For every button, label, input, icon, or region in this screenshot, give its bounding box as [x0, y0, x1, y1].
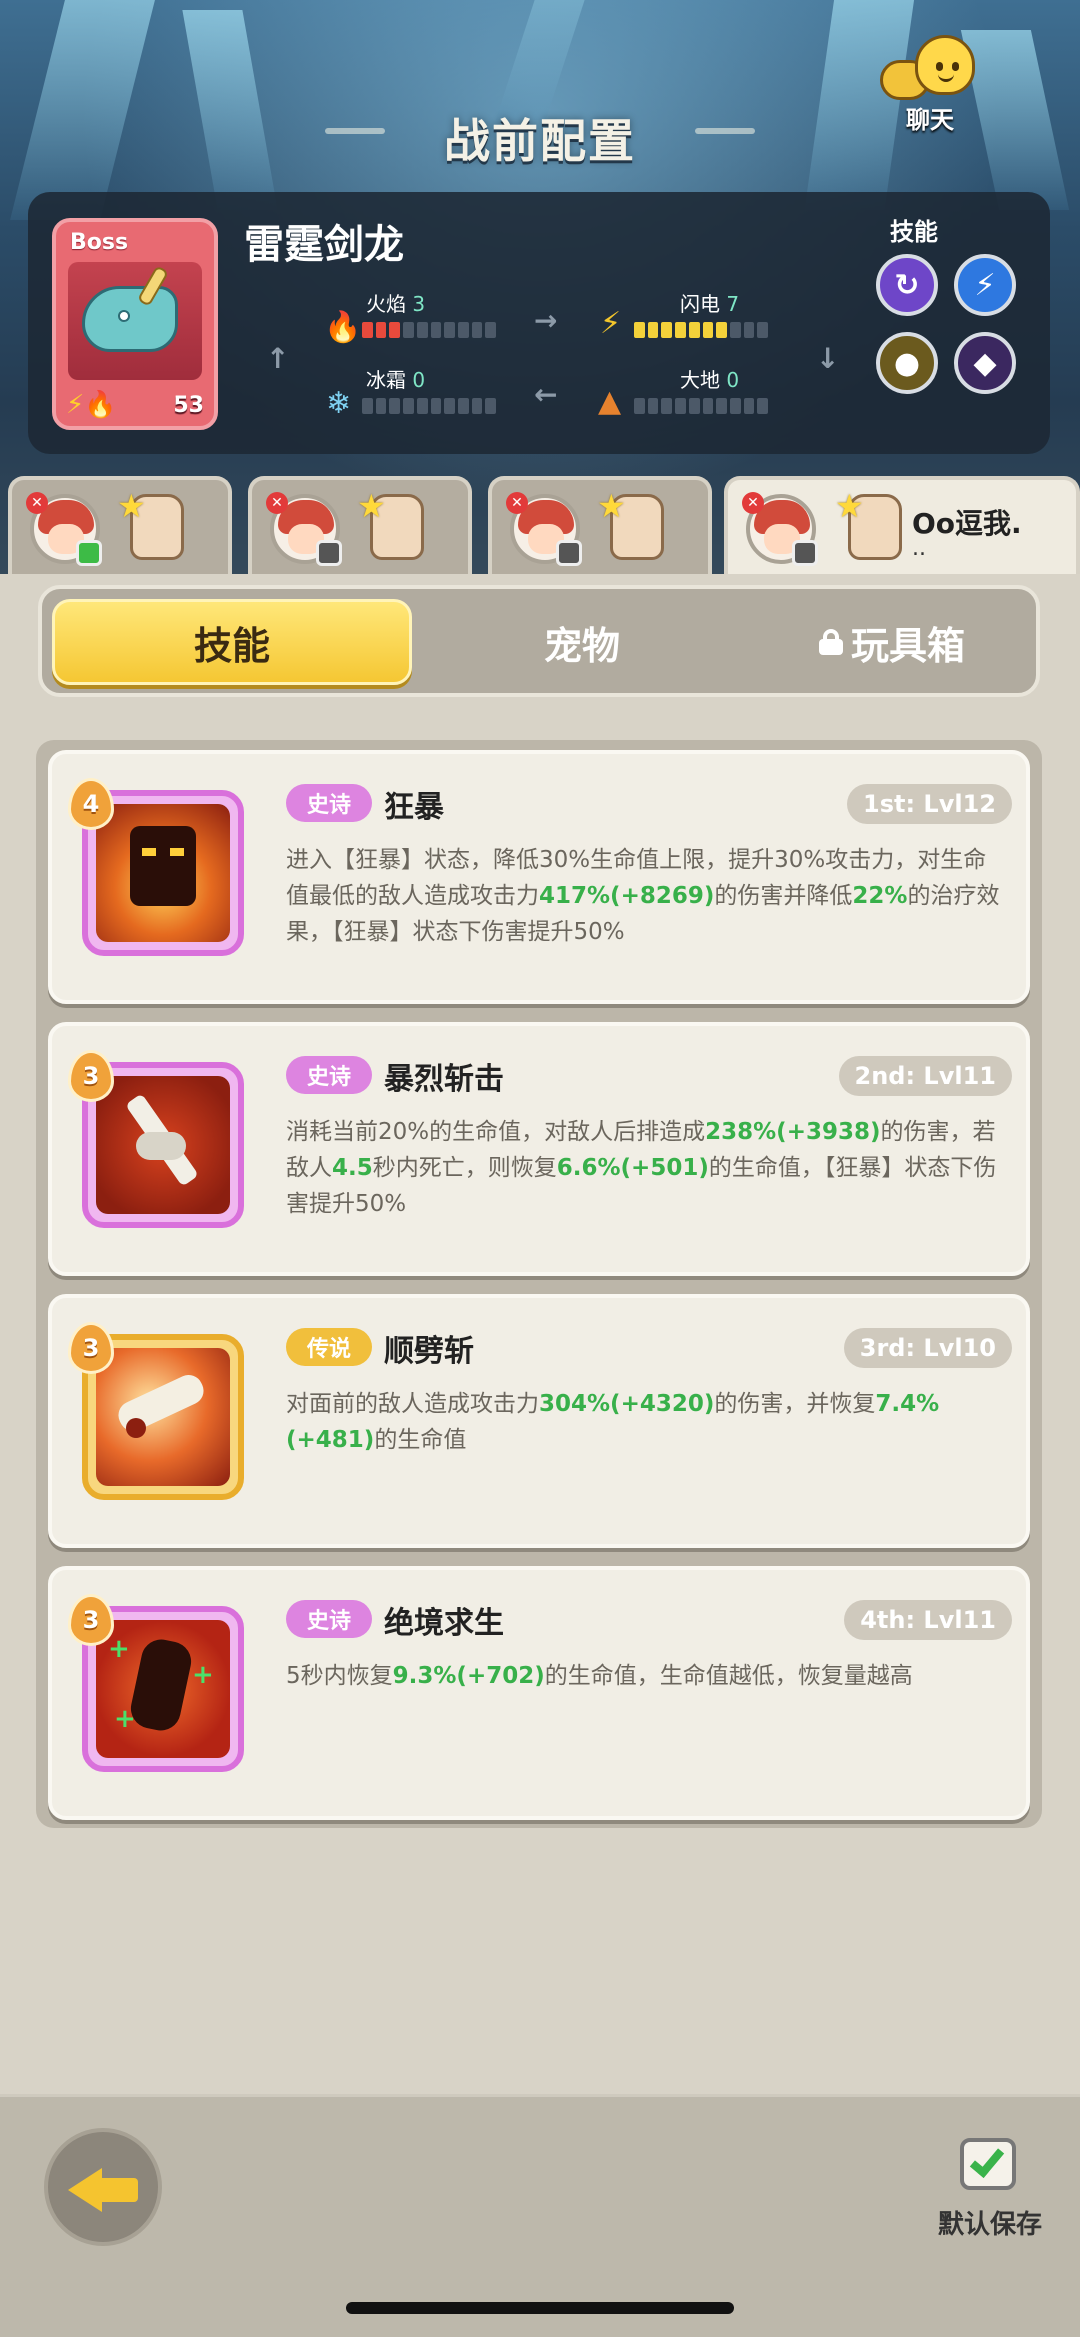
team-tab-1[interactable]: ✕ ★ [8, 476, 232, 576]
rarity-badge: 史诗 [286, 1600, 372, 1638]
pointer-hand-icon: ★ [835, 487, 902, 560]
skill-name: 顺劈斩 [384, 1334, 474, 1369]
checkbox-icon [960, 2138, 1016, 2190]
lightning-stat-label: 闪电 7 [680, 292, 740, 316]
pointer-hand-icon: ★ [597, 487, 664, 560]
boss-card[interactable]: Boss ⚡🔥 53 [52, 218, 218, 430]
tab-pets[interactable]: 宠物 [432, 599, 732, 685]
tab-skills[interactable]: 技能 [52, 599, 412, 685]
skill-description: 进入【狂暴】状态，降低30%生命值上限，提升30%攻击力，对生命值最低的敌人造成… [286, 847, 1000, 945]
frost-icon: ❄ [326, 386, 352, 421]
boss-skill-shadow-icon[interactable]: ◆ [954, 332, 1016, 394]
frost-stat-label: 冰霜 0 [366, 368, 426, 392]
dragon-icon [82, 286, 178, 352]
frost-stat-bar [362, 398, 497, 414]
boss-level: 53 [173, 393, 204, 418]
hero-class-badge [792, 540, 818, 566]
skill-level-badge: 4 [68, 778, 114, 830]
chat-label: 聊天 [906, 106, 954, 134]
boss-element-icons: ⚡🔥 [66, 390, 117, 420]
crystal-decoration [495, 0, 595, 120]
skill-level-badge: 3 [68, 1050, 114, 1102]
skill-name: 绝境求生 [384, 1606, 504, 1641]
pointer-hand-icon: ★ [117, 487, 184, 560]
remove-icon[interactable]: ✕ [506, 492, 528, 514]
fire-icon: 🔥 [324, 310, 362, 345]
remove-icon[interactable]: ✕ [742, 492, 764, 514]
hero-class-badge [76, 540, 102, 566]
remove-icon[interactable]: ✕ [266, 492, 288, 514]
back-button[interactable] [44, 2128, 162, 2246]
skill-order-badge: 1st: Lvl12 [847, 784, 1012, 824]
team-tab-active[interactable]: ✕ ★ Oo逗我. .. [724, 476, 1080, 576]
rarity-badge: 传说 [286, 1328, 372, 1366]
earth-stat-bar [634, 398, 769, 414]
skill-level-badge: 3 [68, 1594, 114, 1646]
cycle-arrow-icon: ↑ [266, 342, 290, 375]
back-arrow-icon [68, 2168, 102, 2212]
hero-class-badge [556, 540, 582, 566]
chat-button[interactable]: 聊天 [880, 30, 980, 134]
rarity-badge: 史诗 [286, 1056, 372, 1094]
tab-toybox[interactable]: 玩具箱 [742, 599, 1042, 685]
skill-description: 消耗当前20%的生命值，对敌人后排造成238%(+3938)的伤害，若敌人4.5… [286, 1119, 997, 1217]
skill-card[interactable]: + + + 3 史诗 绝境求生 4th: Lvl11 5秒内恢复9.3%(+70… [48, 1566, 1030, 1820]
team-tab-3[interactable]: ✕ ★ [488, 476, 712, 576]
remove-icon[interactable]: ✕ [26, 492, 48, 514]
skill-order-badge: 2nd: Lvl11 [838, 1056, 1012, 1096]
fire-stat-label: 火焰 3 [366, 292, 426, 316]
skill-card[interactable]: 4 史诗 狂暴 1st: Lvl12 进入【狂暴】状态，降低30%生命值上限，提… [48, 750, 1030, 1004]
team-player-name: Oo逗我. [912, 507, 1022, 540]
cycle-arrow-icon: → [534, 304, 558, 337]
chat-smiley-icon [915, 35, 975, 95]
boss-skill-beast-icon[interactable]: ● [876, 332, 938, 394]
lock-icon [818, 629, 843, 655]
boss-skill-swirl-icon[interactable]: ↻ [876, 254, 938, 316]
skill-description: 5秒内恢复9.3%(+702)的生命值，生命值越低，恢复量越高 [286, 1663, 913, 1689]
skill-order-badge: 3rd: Lvl10 [843, 1328, 1012, 1368]
boss-skills-label: 技能 [890, 218, 938, 246]
skill-list: 4 史诗 狂暴 1st: Lvl12 进入【狂暴】状态，降低30%生命值上限，提… [36, 740, 1042, 1828]
cycle-arrow-icon: ↓ [816, 342, 840, 375]
bottom-bar [0, 2094, 1080, 2337]
skill-level-badge: 3 [68, 1322, 114, 1374]
rarity-badge: 史诗 [286, 784, 372, 822]
tab-toybox-label: 玩具箱 [850, 623, 965, 668]
earth-icon: ▲ [598, 384, 622, 419]
default-save-label: 默认保存 [937, 2210, 1042, 2240]
skill-name: 暴烈斩击 [384, 1062, 504, 1097]
lightning-stat-bar [634, 322, 769, 338]
boss-portrait [68, 262, 202, 380]
default-save-button[interactable]: 默认保存 [930, 2138, 1050, 2248]
category-tabs: 技能 宠物 玩具箱 [38, 585, 1040, 697]
fire-stat-bar [362, 322, 497, 338]
home-indicator[interactable] [346, 2302, 734, 2314]
earth-stat-label: 大地 0 [680, 368, 740, 392]
cycle-arrow-icon: ← [534, 378, 558, 411]
team-player-name-sub: .. [912, 536, 926, 561]
title-ornament-right [695, 128, 755, 134]
skill-name: 狂暴 [384, 790, 444, 825]
hero-class-badge [316, 540, 342, 566]
lightning-icon: ⚡ [600, 306, 622, 341]
skill-order-badge: 4th: Lvl11 [844, 1600, 1012, 1640]
skill-card[interactable]: 3 传说 顺劈斩 3rd: Lvl10 对面前的敌人造成攻击力304%(+432… [48, 1294, 1030, 1548]
boss-tag: Boss [70, 230, 129, 255]
boss-skill-lightning-icon[interactable]: ⚡ [954, 254, 1016, 316]
boss-name: 雷霆剑龙 [244, 222, 404, 268]
boss-panel: Boss ⚡🔥 53 雷霆剑龙 火焰 3 🔥 闪电 7 ⚡ 冰霜 0 ❄ 大地 … [28, 192, 1050, 454]
skill-description: 对面前的敌人造成攻击力304%(+4320)的伤害，并恢复7.4%(+481)的… [286, 1391, 940, 1453]
team-tab-2[interactable]: ✕ ★ [248, 476, 472, 576]
pointer-hand-icon: ★ [357, 487, 424, 560]
skill-card[interactable]: 3 史诗 暴烈斩击 2nd: Lvl11 消耗当前20%的生命值，对敌人后排造成… [48, 1022, 1030, 1276]
